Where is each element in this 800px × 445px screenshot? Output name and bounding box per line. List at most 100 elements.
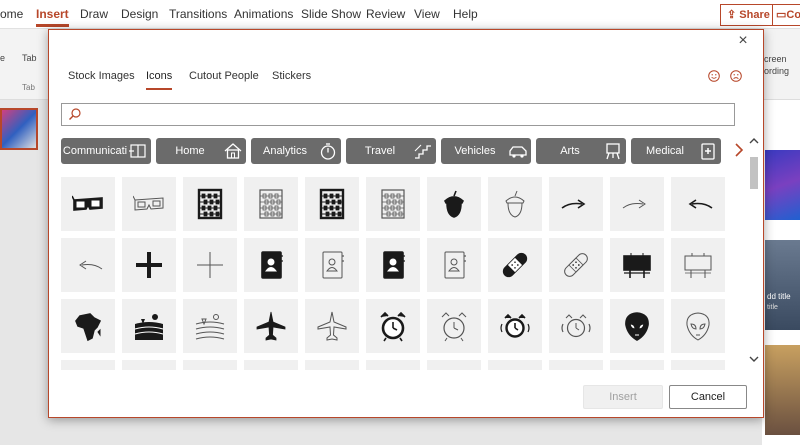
alarm-ringing-icon <box>500 313 530 338</box>
search-input[interactable] <box>86 106 730 123</box>
comments-button[interactable]: ▭Co <box>772 4 800 26</box>
cancel-button[interactable]: Cancel <box>669 385 747 409</box>
icon-tile[interactable] <box>244 299 298 353</box>
icon-tile[interactable] <box>244 238 298 292</box>
car-icon <box>509 146 527 158</box>
icon-tile[interactable] <box>183 238 237 292</box>
plus-icon <box>197 252 223 278</box>
category-chip-vehicles[interactable]: Vehicles <box>441 138 531 164</box>
icon-tile[interactable] <box>244 177 298 231</box>
design-idea-2[interactable]: dd title title <box>765 240 800 330</box>
design-idea-3[interactable] <box>765 345 800 435</box>
icon-tile[interactable] <box>549 299 603 353</box>
icon-tile[interactable] <box>305 299 359 353</box>
icon-tile[interactable] <box>305 177 359 231</box>
ribbon-tab-review[interactable]: Review <box>366 7 405 21</box>
category-chip-medical[interactable]: Medical <box>631 138 721 164</box>
stairs-icon <box>414 144 431 159</box>
ribbon-tab-home[interactable]: ome <box>0 7 23 21</box>
insert-button[interactable]: Insert <box>583 385 663 409</box>
ribbon-tab-help[interactable]: Help <box>453 7 478 21</box>
icon-tile[interactable] <box>671 360 725 370</box>
chevron-right-icon[interactable] <box>733 142 745 158</box>
scroll-up-icon[interactable] <box>749 137 759 145</box>
icon-tile[interactable] <box>305 238 359 292</box>
icon-tile[interactable] <box>610 299 664 353</box>
ribbon-tab-animations[interactable]: Animations <box>234 7 293 21</box>
tab-cutout-people[interactable]: Cutout People <box>189 70 259 82</box>
table-button-label[interactable]: Tab <box>22 53 37 63</box>
icon-tile[interactable] <box>671 299 725 353</box>
icon-tile[interactable] <box>61 360 115 370</box>
icon-tile[interactable] <box>427 360 481 370</box>
house-icon <box>224 143 242 159</box>
category-chip-travel[interactable]: Travel <box>346 138 436 164</box>
share-button[interactable]: ⇪ Share <box>720 4 777 26</box>
icon-tile[interactable] <box>427 177 481 231</box>
icon-tile[interactable] <box>488 360 542 370</box>
icon-tile[interactable] <box>305 360 359 370</box>
ribbon-tab-insert[interactable]: Insert <box>36 7 69 27</box>
icon-grid-scrollbar[interactable] <box>747 133 761 370</box>
ribbon-tab-transitions[interactable]: Transitions <box>169 7 227 21</box>
icon-tile[interactable] <box>61 299 115 353</box>
icon-tile[interactable] <box>610 238 664 292</box>
icon-tile[interactable] <box>183 360 237 370</box>
icon-tile[interactable] <box>671 177 725 231</box>
icon-tile[interactable] <box>671 238 725 292</box>
icon-tile[interactable] <box>122 360 176 370</box>
category-chip-label: Home <box>175 145 205 157</box>
tab-icons[interactable]: Icons <box>146 70 173 90</box>
scrollbar-thumb[interactable] <box>750 157 758 189</box>
category-chip-arts[interactable]: Arts <box>536 138 626 164</box>
category-chip-communication[interactable]: Communicati <box>61 138 151 164</box>
slide-bottom-area <box>48 416 762 445</box>
search-box[interactable] <box>61 103 735 126</box>
icon-tile[interactable] <box>183 299 237 353</box>
tab-stock-images[interactable]: Stock Images <box>68 70 135 82</box>
category-chip-analytics[interactable]: Analytics <box>251 138 341 164</box>
arrow-left-icon <box>688 199 713 209</box>
category-chip-label: Travel <box>364 145 396 157</box>
screen-recording-label-1[interactable]: creen <box>764 54 787 64</box>
icon-tile[interactable] <box>610 360 664 370</box>
icon-tile[interactable] <box>610 177 664 231</box>
arrow-left-icon <box>79 260 103 270</box>
tab-stickers[interactable]: Stickers <box>272 70 311 82</box>
icon-tile[interactable] <box>488 299 542 353</box>
category-chip-home[interactable]: Home <box>156 138 246 164</box>
icon-tile[interactable] <box>366 177 420 231</box>
icon-tile[interactable] <box>183 177 237 231</box>
frown-feedback-icon[interactable] <box>730 70 742 82</box>
icon-tile[interactable] <box>61 238 115 292</box>
icon-tile[interactable] <box>488 238 542 292</box>
screen-recording-label-2[interactable]: ording <box>764 66 789 76</box>
design-idea-1[interactable] <box>765 150 800 220</box>
icon-tile[interactable] <box>61 177 115 231</box>
icon-tile[interactable] <box>427 238 481 292</box>
ribbon-tab-view[interactable]: View <box>414 7 440 21</box>
smiley-feedback-icon[interactable] <box>708 70 720 82</box>
ribbon-tab-design[interactable]: Design <box>121 7 158 21</box>
icon-tile[interactable] <box>366 238 420 292</box>
ribbon-tab-draw[interactable]: Draw <box>80 7 108 21</box>
icon-tile[interactable] <box>549 177 603 231</box>
icon-tile[interactable] <box>122 299 176 353</box>
alarm-ringing-icon <box>561 314 591 338</box>
design-idea-title: dd title <box>767 292 791 301</box>
scroll-down-icon[interactable] <box>749 355 759 363</box>
icon-tile[interactable] <box>122 238 176 292</box>
icon-tile[interactable] <box>549 360 603 370</box>
alien-icon <box>686 312 710 341</box>
icon-tile[interactable] <box>366 360 420 370</box>
icon-tile[interactable] <box>427 299 481 353</box>
icon-tile[interactable] <box>366 299 420 353</box>
slide-thumbnail[interactable] <box>0 108 38 150</box>
icon-tile[interactable] <box>244 360 298 370</box>
close-button[interactable]: × <box>735 33 751 49</box>
icon-tile[interactable] <box>549 238 603 292</box>
comments-label: Co <box>786 9 800 21</box>
icon-tile[interactable] <box>122 177 176 231</box>
ribbon-tab-slide-show[interactable]: Slide Show <box>301 7 361 21</box>
icon-tile[interactable] <box>488 177 542 231</box>
